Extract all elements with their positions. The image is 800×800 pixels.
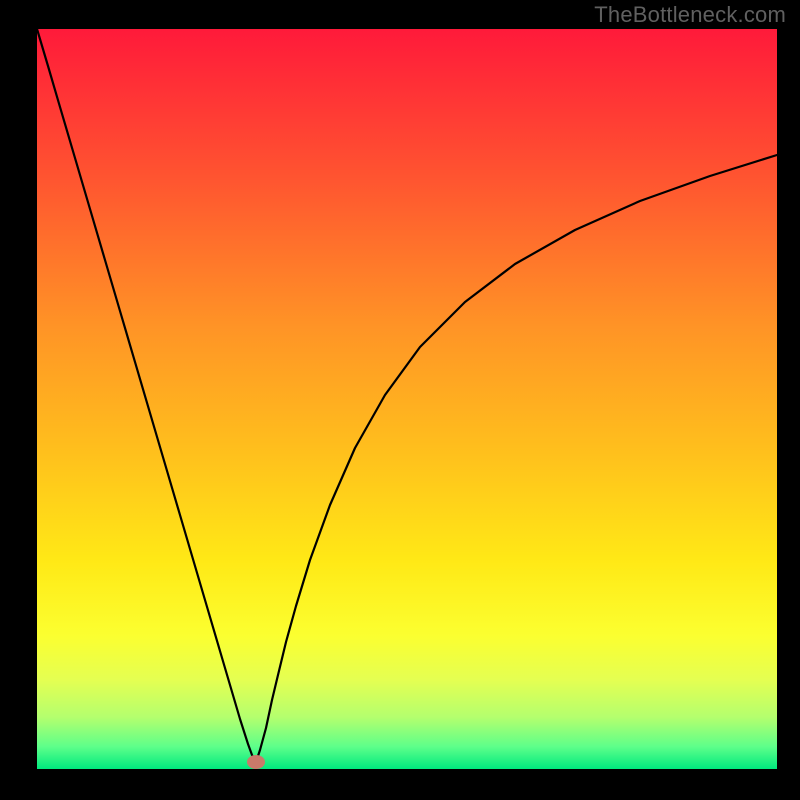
chart-svg	[0, 0, 800, 800]
watermark-text: TheBottleneck.com	[594, 2, 786, 28]
bottleneck-marker	[247, 755, 265, 769]
plot-area	[37, 29, 777, 769]
chart-container: TheBottleneck.com	[0, 0, 800, 800]
